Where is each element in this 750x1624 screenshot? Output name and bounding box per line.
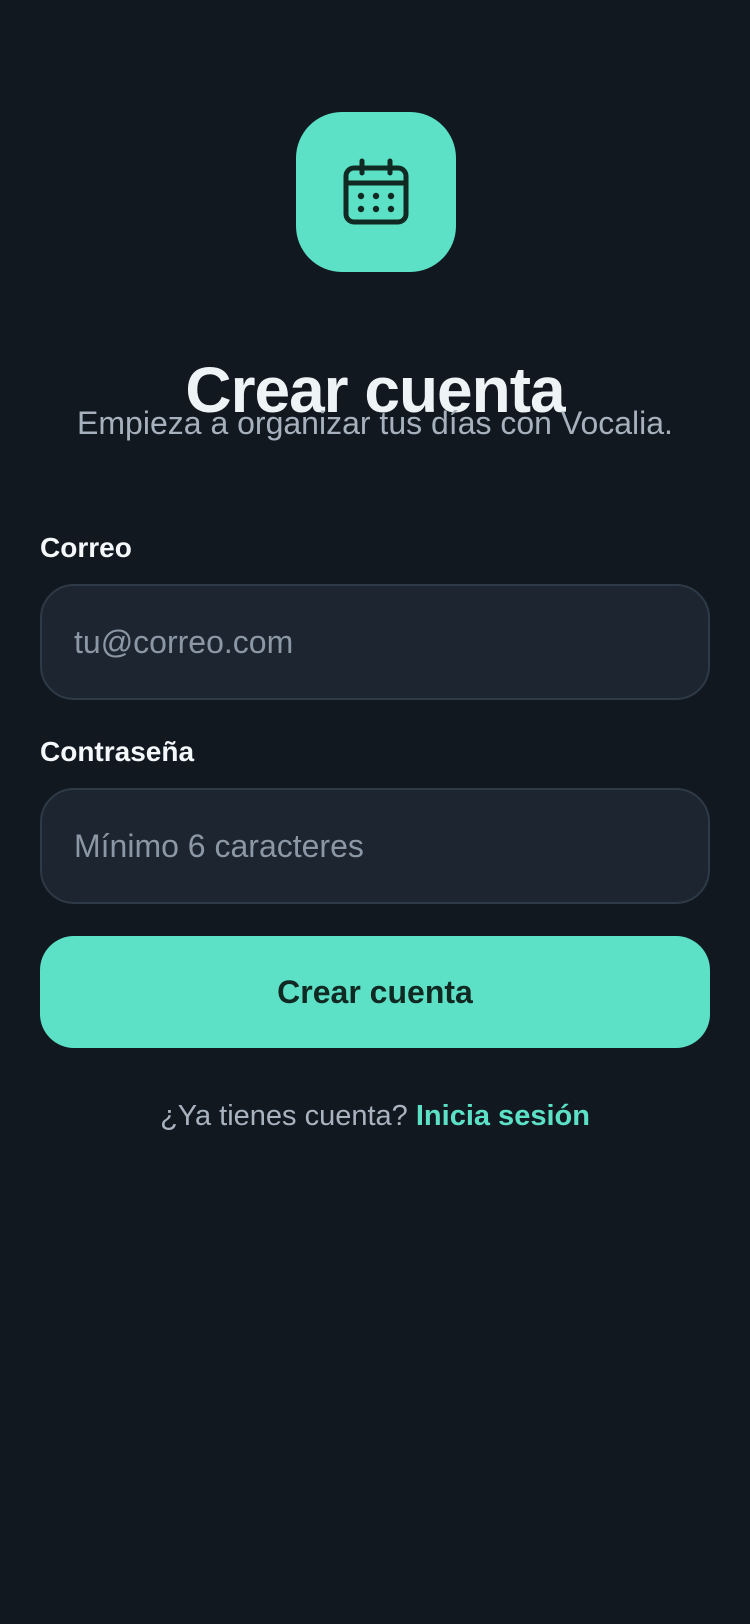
- login-prompt-text: ¿Ya tienes cuenta?: [160, 1100, 408, 1132]
- create-account-button[interactable]: Crear cuenta: [40, 936, 710, 1048]
- login-link[interactable]: Inicia sesión: [416, 1100, 590, 1132]
- calendar-icon: [343, 158, 409, 225]
- password-field[interactable]: [42, 790, 708, 902]
- password-label: Contraseña: [40, 736, 195, 767]
- page-subtitle: Empieza a organizar tus días con Vocalia…: [77, 405, 673, 441]
- login-prompt: ¿Ya tienes cuenta? Inicia sesión: [0, 1096, 750, 1136]
- create-account-screen: Crear cuenta Empieza a organizar tus día…: [0, 0, 750, 1624]
- password-field-container: [40, 788, 710, 904]
- email-label: Correo: [40, 532, 132, 563]
- app-logo: [296, 112, 456, 272]
- email-field-container: [40, 584, 710, 700]
- email-field[interactable]: [42, 586, 708, 698]
